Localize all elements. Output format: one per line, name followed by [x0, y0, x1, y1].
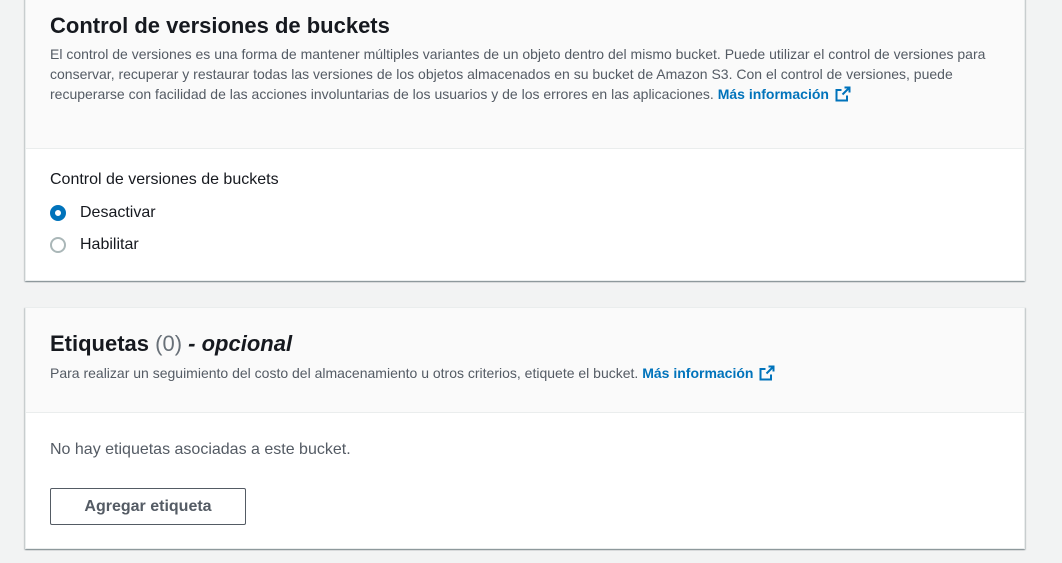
panel-description: El control de versiones es una forma de …: [50, 44, 1000, 104]
radio-button[interactable]: [50, 237, 66, 253]
tags-title: Etiquetas: [50, 331, 150, 356]
external-link-icon: [759, 365, 775, 381]
panel-body: No hay etiquetas asociadas a este bucket…: [26, 413, 1024, 525]
field-label: Control de versiones de buckets: [50, 171, 279, 188]
add-tag-button[interactable]: Agregar etiqueta: [50, 488, 246, 525]
radio-label: Desactivar: [80, 204, 156, 221]
optional-label: - opcional: [188, 331, 293, 356]
radio-button-selected[interactable]: [50, 205, 66, 221]
radio-label: Habilitar: [80, 236, 139, 253]
empty-state-text: No hay etiquetas asociadas a este bucket…: [50, 441, 351, 458]
radio-option-desactivar[interactable]: Desactivar: [50, 197, 1000, 229]
learn-more-label: Más información: [717, 86, 829, 102]
description-text: Para realizar un seguimiento del costo d…: [50, 365, 639, 381]
bucket-versioning-panel: Control de versiones de buckets El contr…: [25, 0, 1025, 281]
learn-more-link[interactable]: Más información: [718, 86, 851, 102]
panel-title: Control de versiones de buckets: [50, 13, 390, 38]
panel-header: Control de versiones de buckets El contr…: [26, 0, 1024, 149]
radio-option-habilitar[interactable]: Habilitar: [50, 229, 1000, 261]
external-link-icon: [835, 86, 851, 102]
tags-count: (0): [155, 331, 183, 356]
learn-more-link[interactable]: Más información: [642, 365, 775, 381]
learn-more-label: Más información: [642, 365, 754, 381]
panel-body: Control de versiones de buckets Desactiv…: [26, 149, 1024, 261]
panel-title: Etiquetas (0) - opcional: [50, 329, 1000, 359]
tags-panel: Etiquetas (0) - opcional Para realizar u…: [25, 307, 1025, 549]
panel-header: Etiquetas (0) - opcional Para realizar u…: [26, 308, 1024, 413]
panel-description: Para realizar un seguimiento del costo d…: [50, 363, 1000, 383]
